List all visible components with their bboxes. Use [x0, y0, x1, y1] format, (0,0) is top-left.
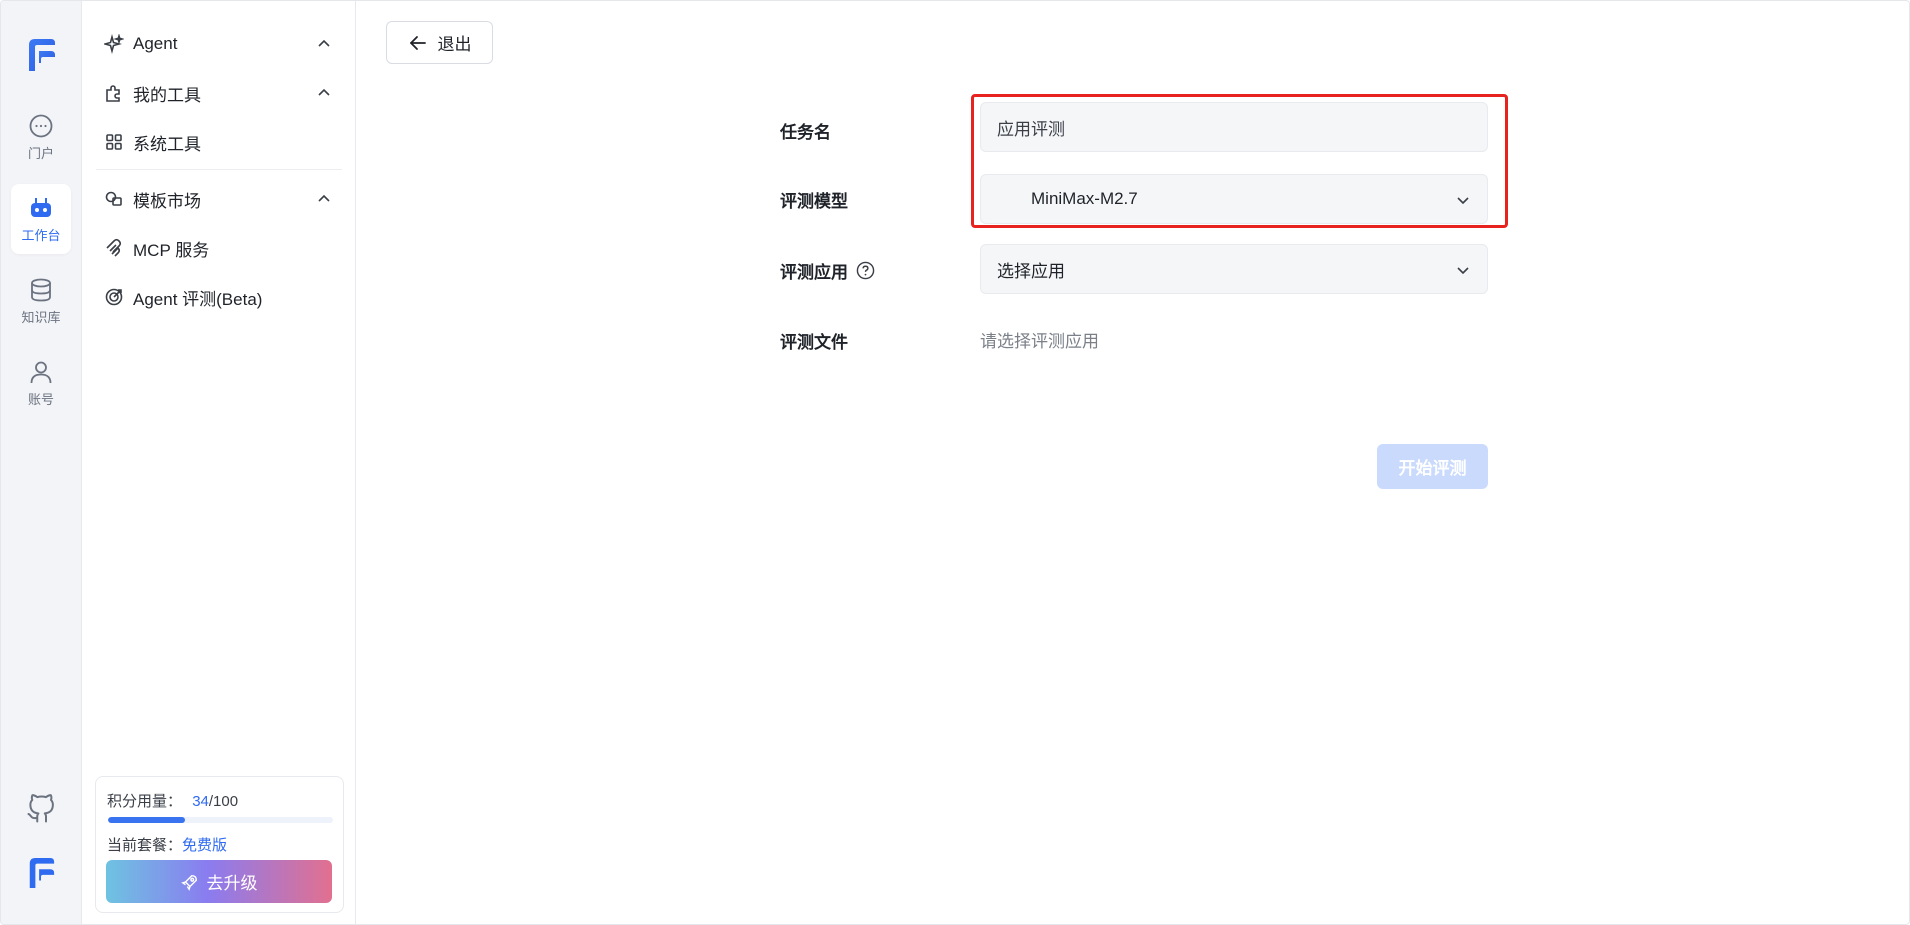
- rail-item-account[interactable]: 账号: [11, 348, 71, 418]
- user-icon: [30, 361, 52, 383]
- grid-icon: [104, 132, 124, 152]
- chevron-up-icon[interactable]: [316, 36, 332, 52]
- usage-row: 积分用量： 34/100: [107, 790, 238, 811]
- sidebar-item-agent[interactable]: Agent: [96, 27, 342, 61]
- sidebar-item-system-tools[interactable]: 系统工具: [96, 125, 342, 159]
- rail-label: 知识库: [21, 309, 61, 325]
- sidebar-item-label: MCP 服务: [133, 240, 210, 260]
- sidebar-item-label: Agent: [133, 34, 178, 53]
- logo-icon[interactable]: [25, 35, 57, 75]
- sidebar-item-mcp-service[interactable]: MCP 服务: [96, 231, 342, 265]
- chevron-down-icon: [1457, 267, 1469, 275]
- rail-item-knowledge[interactable]: 知识库: [11, 266, 71, 336]
- sidebar-item-agent-eval[interactable]: Agent 评测(Beta): [96, 280, 342, 314]
- main-content: 退出 任务名 评测模型 MiniMax-M2.7 评测应用 选择应用: [356, 1, 1909, 924]
- plan-value: 免费版: [182, 837, 228, 854]
- sidebar-item-template-market[interactable]: 模板市场: [96, 182, 342, 216]
- usage-card: 积分用量： 34/100 当前套餐：免费版 去升级: [95, 776, 344, 913]
- task-name-field[interactable]: [980, 102, 1488, 152]
- rocket-icon: [180, 874, 197, 891]
- database-icon: [31, 278, 51, 301]
- app-label-text: 评测应用: [780, 263, 848, 282]
- sidebar-divider: [96, 169, 342, 170]
- logo-icon[interactable]: [26, 854, 56, 892]
- chat-bubble-icon: [29, 114, 53, 137]
- rail-label: 账号: [27, 391, 54, 407]
- help-circle-icon[interactable]: [856, 261, 875, 280]
- sparkle-icon: [104, 34, 124, 54]
- usage-progress-bar: [108, 817, 333, 823]
- sidebar-item-my-tools[interactable]: 我的工具: [96, 76, 342, 110]
- plan-label: 当前套餐：: [107, 837, 183, 854]
- model-select[interactable]: MiniMax-M2.7: [980, 174, 1488, 224]
- rail-item-workbench[interactable]: 工作台: [11, 184, 71, 254]
- upgrade-button[interactable]: 去升级: [106, 860, 332, 903]
- file-hint: 请选择评测应用: [980, 332, 1099, 351]
- plan-row: 当前套餐：免费版: [107, 834, 227, 855]
- usage-progress-fill: [108, 817, 185, 823]
- sidebar-item-label: 系统工具: [133, 134, 201, 154]
- exit-button[interactable]: 退出: [386, 21, 493, 64]
- model-label: 评测模型: [780, 192, 848, 211]
- github-icon[interactable]: [26, 794, 56, 824]
- mcp-icon: [104, 238, 124, 258]
- upgrade-label: 去升级: [206, 874, 258, 893]
- left-rail: 门户 工作台 知识库 账号: [1, 1, 82, 924]
- chevron-up-icon[interactable]: [316, 191, 332, 207]
- sidebar: Agent 我的工具 系统工具 模板市场 MCP 服务 Agent 评测(Bet…: [82, 1, 356, 924]
- model-value: MiniMax-M2.7: [1031, 189, 1138, 208]
- usage-total: /100: [208, 793, 239, 810]
- minimax-logo-icon: [998, 190, 1018, 208]
- arrow-left-icon: [409, 35, 426, 50]
- start-eval-button[interactable]: 开始评测: [1377, 444, 1488, 489]
- rail-item-portal[interactable]: 门户: [11, 102, 71, 172]
- exit-label: 退出: [437, 35, 472, 54]
- app-placeholder: 选择应用: [997, 261, 1065, 281]
- sidebar-item-label: 模板市场: [133, 191, 201, 211]
- sidebar-item-label: 我的工具: [133, 85, 201, 105]
- usage-label: 积分用量：: [107, 793, 183, 810]
- target-icon: [104, 287, 124, 307]
- task-name-label: 任务名: [780, 123, 831, 142]
- rail-label: 门户: [27, 145, 54, 161]
- rail-label: 工作台: [21, 227, 61, 243]
- app-label: 评测应用: [780, 258, 875, 283]
- usage-used: 34: [192, 793, 209, 810]
- chevron-up-icon[interactable]: [316, 85, 332, 101]
- app-select[interactable]: 选择应用: [980, 244, 1488, 294]
- puzzle-icon: [104, 83, 124, 103]
- chevron-down-icon: [1457, 197, 1469, 205]
- shapes-icon: [104, 189, 124, 209]
- app-window: 门户 工作台 知识库 账号 Agent 我的工具 系统工具 模板市场 MCP 服…: [0, 0, 1910, 925]
- sidebar-item-label: Agent 评测(Beta): [133, 289, 263, 309]
- robot-icon: [31, 197, 51, 217]
- task-name-input[interactable]: [997, 117, 1471, 137]
- file-label: 评测文件: [780, 333, 848, 352]
